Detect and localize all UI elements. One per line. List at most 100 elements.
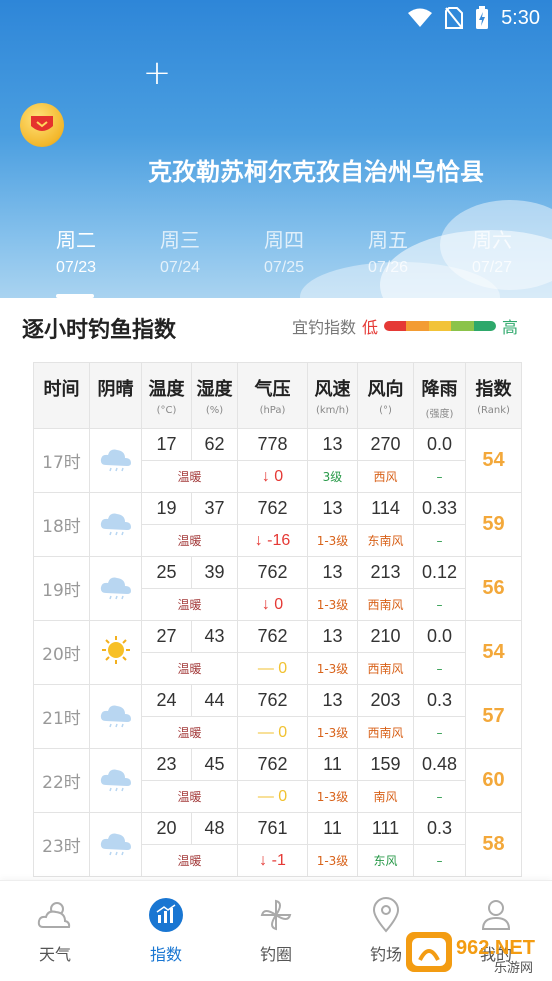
pressure-cell: 761: [237, 812, 308, 845]
rank-cell: 59: [465, 492, 522, 557]
column-header-unit: (Rank): [477, 405, 510, 416]
nav-index[interactable]: 指数: [126, 897, 206, 965]
pressure-cell: 762: [237, 620, 308, 653]
day-name: 周五: [368, 228, 408, 252]
legend-segment: [451, 321, 474, 331]
nav-circle[interactable]: 钓圈: [236, 897, 316, 965]
tab-day-3[interactable]: 周五 07/26: [338, 224, 438, 277]
legend-segment: [473, 321, 496, 331]
weather-cell: [89, 620, 142, 685]
sunny-icon: [101, 636, 130, 664]
pressure-change-value: 0: [278, 787, 288, 805]
medal-icon[interactable]: [20, 103, 64, 147]
pressure-change-value: -16: [267, 531, 291, 549]
tab-day-1[interactable]: 周三 07/24: [130, 224, 230, 277]
day-tabs: 周二 07/23 周三 07/24 周四 07/25 周五 07/26 周六 0…: [0, 224, 552, 298]
watermark-logo: 962.NET 乐游网: [406, 932, 535, 976]
day-date: 07/24: [159, 259, 201, 276]
rain-cell: 0.3: [413, 812, 466, 845]
no-sim-icon: [445, 7, 464, 29]
rain-desc-cell: –: [413, 460, 466, 493]
nav-weather[interactable]: 天气: [15, 897, 95, 965]
pressure-change-value: 0: [278, 659, 288, 677]
column-header-unit: (强度): [425, 409, 454, 420]
pressure-change-cell: ↓ -16: [237, 524, 308, 557]
weather-icon: [37, 902, 71, 928]
table-row[interactable]: 21时 24 44 762 13 203 0.3 57: [33, 684, 522, 749]
watermark-sub: 乐游网: [494, 961, 533, 976]
cloudy-icon: [100, 705, 131, 728]
rank-cell: 54: [465, 620, 522, 685]
wind-direction-name-cell: 南风: [357, 780, 414, 813]
column-header: 风速 (km/h): [307, 362, 358, 429]
table-header: 时间 阴晴 温度 (°C) 湿度 (%) 气压 (hPa) 风速 (km/h) 风向 (°) 降雨 (强度…: [33, 362, 522, 429]
column-header-label: 风向: [367, 379, 404, 400]
tab-day-4[interactable]: 周六 07/27: [442, 224, 542, 277]
pressure-change-cell: ↓ 0: [237, 588, 308, 621]
add-location-button[interactable]: +: [140, 56, 174, 92]
column-header: 指数 (Rank): [465, 362, 522, 429]
humidity-cell: 48: [191, 812, 238, 845]
rain-desc-cell: –: [413, 652, 466, 685]
index-icon: [149, 898, 183, 932]
pressure-change-cell: — 0: [237, 716, 308, 749]
humidity-cell: 62: [191, 428, 238, 461]
table-row[interactable]: 17时 17 62 778 13 270 0.0 54: [33, 428, 522, 493]
temperature-desc-cell: 温暖: [141, 588, 238, 621]
table-row[interactable]: 20时 27 43 762 13 210 0.0 54: [33, 620, 522, 685]
day-date: 07/25: [263, 259, 305, 276]
legend-segment: [428, 321, 452, 331]
temperature-desc-cell: 温暖: [141, 780, 238, 813]
wind-direction-cell: 159: [357, 748, 414, 781]
dash-icon: —: [257, 659, 279, 677]
legend-segment: [406, 321, 429, 331]
rain-cell: 0.48: [413, 748, 466, 781]
index-title: 逐小时钓鱼指数: [22, 318, 177, 343]
column-header-label: 时间: [43, 379, 80, 400]
wind-speed-cell: 13: [307, 556, 358, 589]
wind-level-cell: 1-3级: [307, 716, 358, 749]
wind-level-cell: 1-3级: [307, 844, 358, 877]
nav-label: 天气: [38, 945, 71, 964]
wind-direction-name-cell: 东南风: [357, 524, 414, 557]
table-row[interactable]: 23时 20 48 761 11 111 0.3 58: [33, 812, 522, 877]
wind-direction-cell: 114: [357, 492, 414, 525]
hour-cell: 21时: [33, 684, 90, 749]
legend-color-bar: [383, 321, 496, 331]
weather-cell: [89, 748, 142, 813]
table-row[interactable]: 19时 25 39 762 13 213 0.12 56: [33, 556, 522, 621]
wind-speed-cell: 13: [307, 620, 358, 653]
legend-low: 低: [361, 318, 378, 337]
arrow-down-icon: ↓: [261, 467, 275, 485]
tab-day-0[interactable]: 周二 07/23: [26, 224, 126, 277]
humidity-cell: 39: [191, 556, 238, 589]
rank-cell: 58: [465, 812, 522, 877]
active-tab-indicator: [56, 294, 94, 298]
column-header: 时间: [33, 362, 90, 429]
tab-day-2[interactable]: 周四 07/25: [234, 224, 334, 277]
wind-direction-name-cell: 西风: [357, 460, 414, 493]
column-header-label: 指数: [475, 379, 512, 400]
hour-cell: 22时: [33, 748, 90, 813]
status-bar: 5:30: [0, 0, 552, 40]
pressure-change-value: 0: [274, 595, 284, 613]
temperature-cell: 20: [141, 812, 192, 845]
table-row[interactable]: 18时 19 37 762 13 114 0.33 59: [33, 492, 522, 557]
table-row[interactable]: 22时 23 45 762 11 159 0.48 60: [33, 748, 522, 813]
pressure-change-value: 0: [278, 723, 288, 741]
dash-icon: —: [257, 787, 279, 805]
hour-cell: 23时: [33, 812, 90, 877]
pressure-change-cell: — 0: [237, 780, 308, 813]
location-pin-icon: [372, 897, 400, 933]
temperature-cell: 19: [141, 492, 192, 525]
wind-level-cell: 1-3级: [307, 588, 358, 621]
wind-level-cell: 1-3级: [307, 780, 358, 813]
legend-segment: [383, 321, 407, 331]
pressure-change-value: 0: [274, 467, 284, 485]
column-header-unit: (°): [379, 405, 392, 416]
rain-cell: 0.33: [413, 492, 466, 525]
wind-direction-cell: 213: [357, 556, 414, 589]
location-title[interactable]: 克孜勒苏柯尔克孜自治州乌恰县: [148, 152, 484, 187]
pressure-change-value: -1: [271, 851, 286, 869]
wind-speed-cell: 13: [307, 492, 358, 525]
